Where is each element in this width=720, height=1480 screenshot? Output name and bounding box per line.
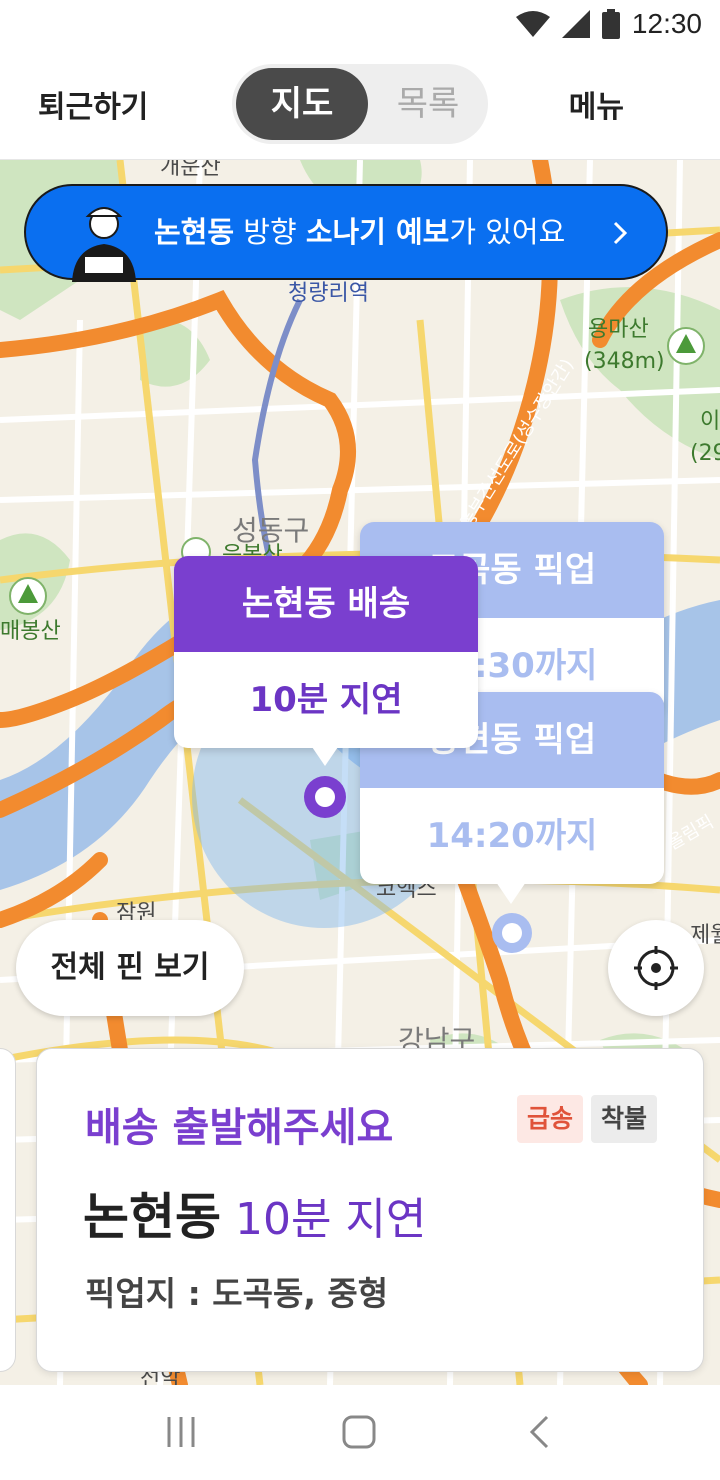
callout-title: 논현동 배송 [174, 556, 478, 652]
place-label: 이 [700, 409, 720, 434]
callout-pointer [496, 882, 526, 904]
status-icons: 12:30 [515, 6, 702, 42]
show-all-pins-button[interactable]: 전체 핀 보기 [16, 920, 244, 1016]
locate-button[interactable] [608, 920, 704, 1016]
place-label: 매봉산 [0, 619, 61, 644]
place-label: 동부간선도로(성수장안간) [456, 355, 578, 533]
place-label: (348m) [584, 349, 665, 374]
battery-icon [601, 9, 620, 39]
order-status: 배송 출발해주세요 [85, 1105, 394, 1151]
view-toggle: 지도 목록 [232, 64, 488, 144]
status-bar: 12:30 [0, 0, 720, 48]
delivery-callout[interactable]: 논현동 배송 10분 지연 [174, 556, 478, 748]
signal-icon [561, 10, 590, 38]
top-nav: 퇴근하기 지도 목록 메뉴 [0, 48, 720, 160]
place-label: 개운산 [160, 160, 221, 180]
callout-detail: 14:20까지 [360, 788, 664, 884]
order-destination: 논현동 10분 지연 [83, 1188, 427, 1246]
urgent-badge: 급송 [516, 1095, 583, 1143]
order-card[interactable]: 배송 출발해주세요 급송 착불 논현동 10분 지연 픽업지 : 도곡동, 중형 [36, 1048, 704, 1372]
clock-out-button[interactable]: 퇴근하기 [38, 82, 148, 126]
tab-list[interactable]: 목록 [372, 68, 484, 140]
place-label: 용마산 [588, 317, 649, 342]
cod-badge: 착불 [590, 1095, 657, 1143]
wifi-icon [515, 11, 550, 37]
tab-map[interactable]: 지도 [236, 68, 368, 140]
delay-text: 10분 지연 [235, 1194, 427, 1245]
callout-pointer [310, 744, 340, 766]
previous-card-peek[interactable] [0, 1048, 16, 1372]
chevron-right-icon [613, 221, 628, 245]
place-label: (29 [690, 441, 720, 466]
order-badges: 급송 착불 [516, 1095, 657, 1143]
clock: 12:30 [631, 8, 702, 39]
place-label: 청량리역 [288, 281, 369, 306]
callout-detail: 10분 지연 [174, 652, 478, 748]
pickup-pin[interactable] [492, 913, 532, 953]
home-icon[interactable] [342, 1415, 376, 1449]
locate-icon [634, 946, 678, 990]
recents-icon[interactable] [166, 1415, 196, 1449]
courier-illustration [72, 207, 136, 282]
back-icon[interactable] [528, 1415, 550, 1449]
weather-alert-text: 논현동 방향 소나기 예보가 있어요 [154, 215, 566, 249]
weather-alert-banner[interactable]: 논현동 방향 소나기 예보가 있어요 [24, 184, 668, 282]
system-nav-bar [0, 1385, 720, 1480]
pickup-info: 픽업지 : 도곡동, 중형 [85, 1274, 389, 1313]
menu-button[interactable]: 메뉴 [569, 82, 624, 126]
delivery-pin[interactable] [304, 776, 346, 818]
